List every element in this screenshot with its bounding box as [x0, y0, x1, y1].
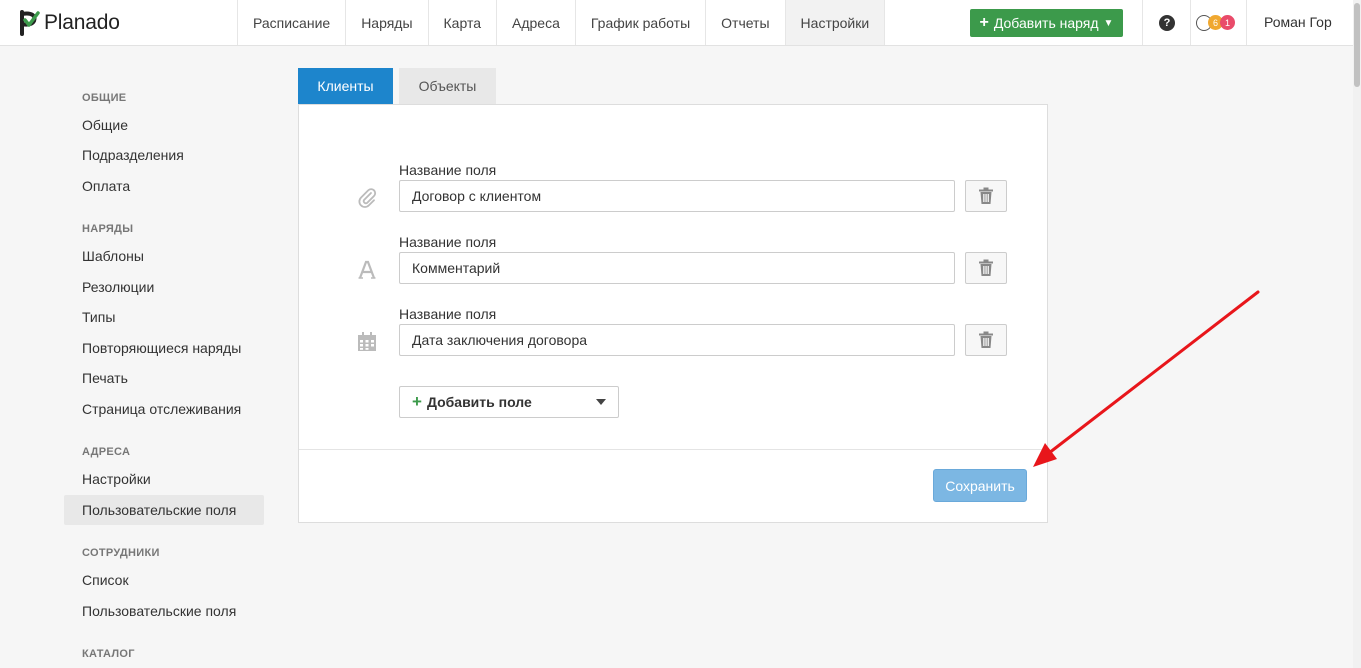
main-nav: Расписание Наряды Карта Адреса График ра… — [237, 0, 886, 45]
tab-objects[interactable]: Объекты — [399, 68, 496, 104]
scrollbar-thumb[interactable] — [1354, 3, 1360, 87]
sidebar-item-types[interactable]: Типы — [64, 302, 264, 332]
nav-work-schedule[interactable]: График работы — [576, 0, 707, 45]
sidebar-item-address-custom-fields[interactable]: Пользовательские поля — [64, 495, 264, 525]
top-bar: Planado Расписание Наряды Карта Адреса Г… — [0, 0, 1353, 46]
field-label: Название поля — [399, 306, 497, 322]
delete-field-button[interactable] — [965, 180, 1007, 212]
sidebar-item-recurring-orders[interactable]: Повторяющиеся наряды — [64, 333, 264, 363]
sidebar-item-resolutions[interactable]: Резолюции — [64, 272, 264, 302]
sidebar-item-departments[interactable]: Подразделения — [64, 140, 264, 170]
trash-icon — [979, 187, 993, 204]
custom-fields-panel: Название поля Название поля Название пол… — [298, 104, 1048, 523]
help-icon[interactable]: ? — [1159, 15, 1175, 31]
caret-down-icon: ▼ — [1103, 17, 1114, 29]
divider — [1190, 0, 1191, 45]
field-name-input[interactable] — [399, 324, 955, 356]
field-name-input[interactable] — [399, 180, 955, 212]
add-order-label: Добавить наряд — [993, 15, 1099, 31]
paperclip-icon — [356, 187, 378, 209]
nav-orders[interactable]: Наряды — [346, 0, 429, 45]
notifications-button[interactable]: 6 1 — [1196, 14, 1240, 32]
add-order-button[interactable]: + Добавить наряд ▼ — [970, 9, 1123, 37]
plus-icon: + — [412, 392, 422, 411]
plus-icon: + — [979, 14, 989, 31]
trash-icon — [979, 259, 993, 276]
sidebar-item-print[interactable]: Печать — [64, 363, 264, 393]
calendar-icon — [356, 331, 378, 353]
panel-footer-divider — [299, 449, 1047, 450]
delete-field-button[interactable] — [965, 324, 1007, 356]
notification-badge-red: 1 — [1220, 15, 1235, 30]
caret-down-icon — [596, 399, 606, 405]
planado-logo-icon — [20, 10, 40, 36]
user-menu[interactable]: Роман Гор — [1264, 14, 1332, 30]
text-icon — [356, 259, 378, 281]
sidebar-item-tracking-page[interactable]: Страница отслеживания — [64, 394, 264, 424]
nav-reports[interactable]: Отчеты — [706, 0, 786, 45]
trash-icon — [979, 331, 993, 348]
logo[interactable]: Planado — [18, 9, 120, 37]
field-label: Название поля — [399, 234, 497, 250]
sidebar-heading-orders: НАРЯДЫ — [82, 223, 134, 235]
add-field-dropdown[interactable]: + Добавить поле — [399, 386, 619, 418]
tab-clients[interactable]: Клиенты — [298, 68, 393, 104]
divider — [1246, 0, 1247, 45]
sidebar-item-employee-list[interactable]: Список — [64, 565, 264, 595]
nav-schedule[interactable]: Расписание — [238, 0, 347, 45]
logo-text: Planado — [44, 11, 120, 34]
sidebar-item-general[interactable]: Общие — [64, 110, 264, 140]
sidebar-heading-catalog: КАТАЛОГ — [82, 648, 135, 660]
sidebar-heading-employees: СОТРУДНИКИ — [82, 547, 160, 559]
nav-settings[interactable]: Настройки — [785, 0, 886, 45]
save-button[interactable]: Сохранить — [933, 469, 1027, 502]
delete-field-button[interactable] — [965, 252, 1007, 284]
sidebar-item-address-settings[interactable]: Настройки — [64, 464, 264, 494]
nav-addresses[interactable]: Адреса — [497, 0, 576, 45]
sidebar-item-templates[interactable]: Шаблоны — [64, 241, 264, 271]
divider — [1142, 0, 1143, 45]
sidebar-heading-addresses: АДРЕСА — [82, 446, 131, 458]
sidebar-item-employee-custom-fields[interactable]: Пользовательские поля — [64, 596, 264, 626]
field-name-input[interactable] — [399, 252, 955, 284]
add-field-label: Добавить поле — [426, 394, 532, 410]
field-label: Название поля — [399, 162, 497, 178]
nav-map[interactable]: Карта — [429, 0, 497, 45]
annotation-arrow-icon — [1033, 290, 1260, 467]
page-scrollbar[interactable] — [1353, 0, 1361, 668]
sidebar-item-payment[interactable]: Оплата — [64, 171, 264, 201]
sidebar-heading-general: ОБЩИЕ — [82, 92, 127, 104]
